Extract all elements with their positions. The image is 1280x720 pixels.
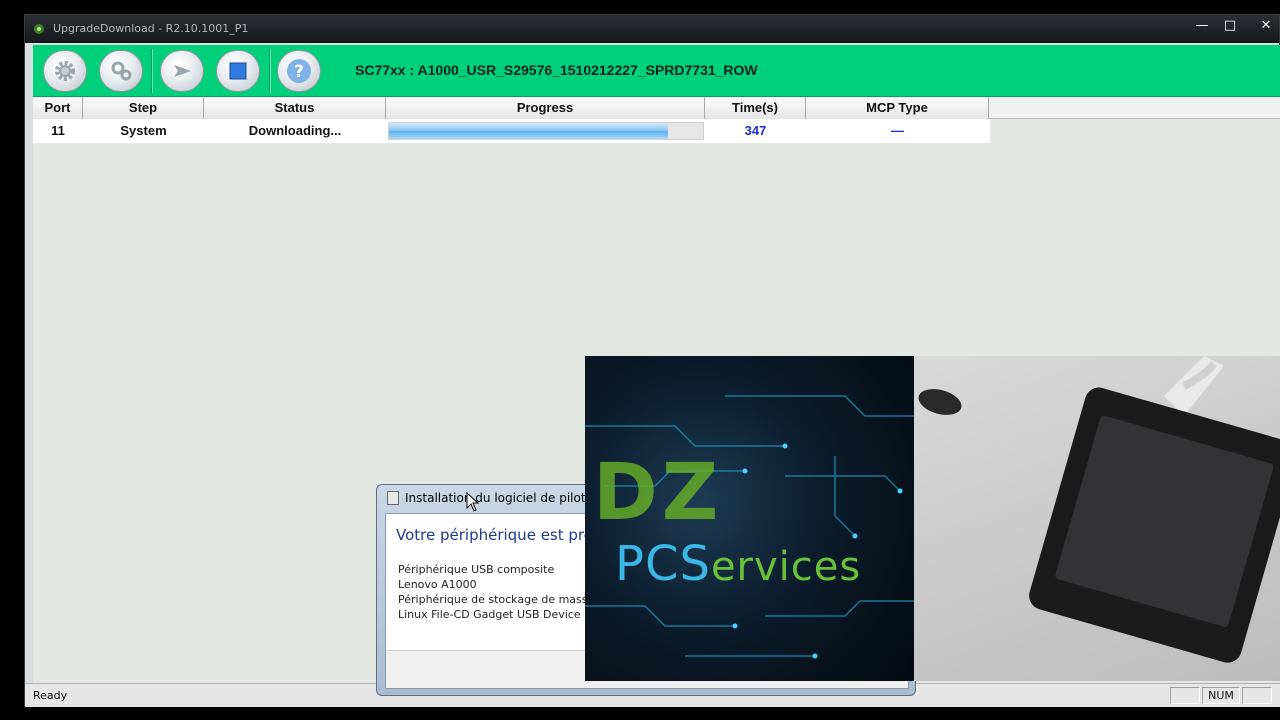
window-title: UpgradeDownload - R2.10.1001_P1 — [53, 22, 249, 35]
table-header: Port Step Status Progress Time(s) MCP Ty… — [33, 97, 1280, 119]
status-num: NUM — [1202, 687, 1240, 704]
logo-pcs: PCS — [615, 536, 711, 592]
minimize-button[interactable]: — — [1189, 17, 1215, 35]
mouse-cursor-icon — [466, 492, 480, 512]
settings-button[interactable] — [43, 50, 87, 92]
stop-icon — [229, 62, 247, 80]
cell-status: Downloading... — [248, 123, 342, 138]
header-mcp-type[interactable]: MCP Type — [806, 97, 989, 119]
progress-bar — [388, 122, 704, 140]
screen: UpgradeDownload - R2.10.1001_P1 — □ ✕ ? … — [0, 0, 1280, 720]
maximize-button[interactable]: □ — [1217, 17, 1243, 35]
phone-image — [918, 356, 1280, 663]
close-button[interactable]: ✕ — [1253, 17, 1279, 35]
header-port[interactable]: Port — [33, 97, 83, 119]
device-item: Périphérique USB composite — [398, 563, 555, 576]
help-icon-glyph: ? — [294, 62, 304, 82]
gears-icon — [111, 61, 132, 81]
app-icon — [34, 24, 44, 34]
logo-dz-text: DZ — [593, 448, 723, 538]
stop-download-button[interactable] — [216, 50, 260, 92]
toolbar: ? SC77xx : A1000_USR_S29576_1510212227_S… — [33, 45, 1280, 97]
device-item: Lenovo A1000 — [398, 578, 477, 591]
cell-time: 347 — [744, 123, 767, 138]
cell-mcp-type: — — [891, 123, 904, 138]
watermark-logo: DZ PCServices — [585, 356, 914, 681]
play-icon — [174, 65, 191, 77]
dialog-title[interactable]: Installation du logiciel de pilote — [405, 491, 593, 505]
logo-pcservices-text: PCServices — [615, 536, 861, 592]
header-step[interactable]: Step — [83, 97, 204, 119]
device-item: Linux File-CD Gadget USB Device — [398, 608, 581, 621]
start-download-button[interactable] — [160, 50, 204, 92]
header-status[interactable]: Status — [204, 97, 386, 119]
progress-fill — [389, 123, 669, 139]
title-bar[interactable]: UpgradeDownload - R2.10.1001_P1 — □ ✕ — [25, 15, 1279, 43]
status-ready: Ready — [33, 689, 68, 702]
header-time[interactable]: Time(s) — [705, 97, 806, 119]
gear-icon — [55, 61, 75, 81]
header-progress[interactable]: Progress — [386, 97, 705, 119]
firmware-label: SC77xx : A1000_USR_S29576_1510212227_SPR… — [355, 62, 758, 78]
help-button[interactable]: ? — [277, 50, 321, 92]
status-pane-empty — [1170, 687, 1200, 704]
status-pane-empty-2 — [1242, 687, 1272, 704]
dialog-icon — [387, 491, 399, 505]
help-icon: ? — [287, 59, 311, 83]
logo-ervices: ervices — [710, 544, 862, 590]
load-packet-button[interactable] — [99, 50, 143, 92]
cell-port: 11 — [51, 123, 65, 138]
toolbar-separator — [151, 49, 153, 93]
phone-photo — [914, 356, 1280, 681]
device-list: Périphérique USB composite Lenovo A1000 … — [398, 562, 594, 622]
cell-step: System — [120, 123, 167, 138]
device-item: Périphérique de stockage de masse — [398, 593, 595, 606]
table-row[interactable]: 11 System Downloading... 347 — — [33, 119, 990, 143]
dialog-headline: Votre périphérique est prêt — [396, 526, 599, 544]
toolbar-separator — [269, 49, 271, 93]
